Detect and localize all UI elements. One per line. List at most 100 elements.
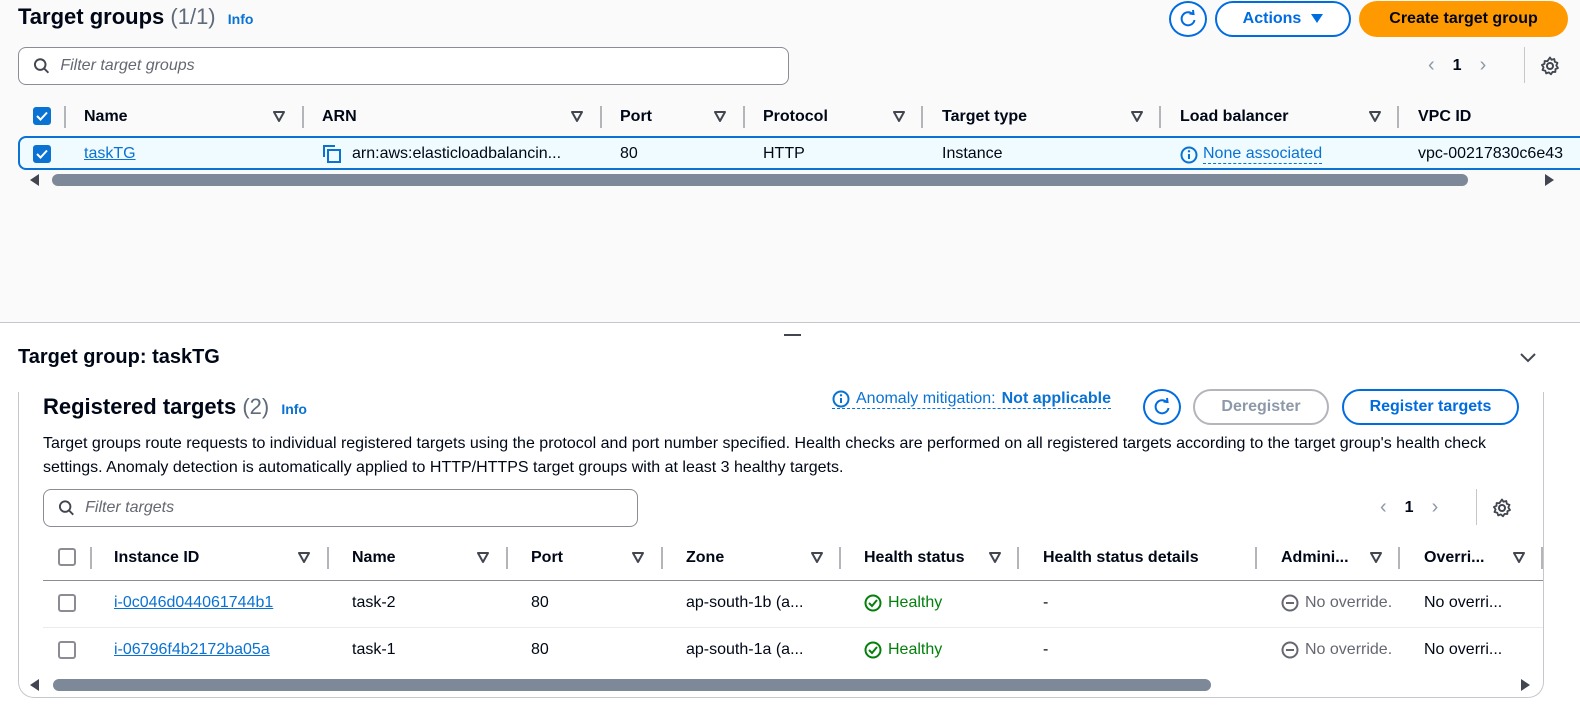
arn-value: arn:aws:elasticloadbalancin... — [352, 145, 562, 162]
column-header-arn[interactable]: ARN — [322, 108, 357, 126]
column-header-override-details[interactable]: Overri... — [1424, 549, 1484, 567]
sort-icon[interactable] — [811, 552, 823, 564]
refresh-button[interactable] — [1169, 1, 1207, 37]
settings-gear-icon[interactable] — [1540, 56, 1560, 76]
target-group-name-link[interactable]: taskTG — [84, 145, 136, 163]
filter-target-groups-input[interactable] — [60, 57, 788, 75]
column-header-zone[interactable]: Zone — [686, 549, 724, 567]
filter-targets-input[interactable] — [85, 499, 637, 517]
row-checkbox[interactable] — [58, 641, 76, 659]
column-divider — [327, 547, 329, 569]
select-all-targets-checkbox[interactable] — [58, 548, 76, 566]
column-header-port[interactable]: Port — [620, 108, 652, 126]
target-groups-panel: Target groups (1/1) Info Actions Create … — [0, 0, 1580, 322]
register-targets-button[interactable]: Register targets — [1342, 389, 1519, 425]
registered-targets-info-link[interactable]: Info — [281, 401, 307, 417]
targets-refresh-button[interactable] — [1143, 389, 1181, 425]
filter-target-groups-search[interactable] — [18, 47, 789, 85]
administrative-override-label: No override. — [1305, 594, 1393, 611]
chevron-down-icon[interactable] — [1519, 352, 1537, 364]
row-checkbox[interactable] — [58, 594, 76, 612]
sort-icon[interactable] — [1131, 111, 1143, 123]
current-page[interactable]: 1 — [1453, 57, 1462, 75]
column-header-protocol[interactable]: Protocol — [763, 108, 828, 126]
sort-icon[interactable] — [298, 552, 310, 564]
protocol-value: HTTP — [763, 145, 805, 162]
column-header-load-balancer[interactable]: Load balancer — [1180, 108, 1288, 126]
column-header-vpc-id[interactable]: VPC ID — [1418, 108, 1471, 126]
sort-icon[interactable] — [632, 552, 644, 564]
target-port: 80 — [531, 594, 549, 611]
filter-targets-search[interactable] — [43, 489, 638, 527]
load-balancer-value[interactable]: None associated — [1203, 145, 1323, 164]
column-divider — [921, 106, 923, 128]
targets-pagination: ‹ 1 › — [1380, 496, 1438, 519]
column-header-administrative-override[interactable]: Admini... — [1281, 549, 1349, 567]
scroll-left-icon[interactable] — [29, 174, 41, 186]
target-groups-info-link[interactable]: Info — [228, 11, 254, 27]
create-target-group-button[interactable]: Create target group — [1359, 1, 1568, 37]
check-icon — [36, 149, 48, 159]
horizontal-scrollbar-thumb[interactable] — [52, 174, 1468, 186]
sort-icon[interactable] — [1370, 552, 1382, 564]
health-status: Healthy — [864, 594, 942, 612]
sort-icon[interactable] — [893, 111, 905, 123]
actions-label: Actions — [1242, 10, 1302, 27]
column-header-health-status-details[interactable]: Health status details — [1043, 549, 1199, 567]
column-header-target-type[interactable]: Target type — [942, 108, 1027, 126]
split-panel-divider — [0, 322, 1580, 323]
table-header-divider — [43, 580, 1543, 581]
column-divider — [1398, 547, 1400, 569]
status-stopped-icon — [1281, 594, 1299, 612]
scroll-left-icon[interactable] — [29, 679, 41, 691]
actions-button[interactable]: Actions — [1215, 1, 1351, 37]
next-page-icon[interactable]: › — [1480, 54, 1487, 77]
sort-icon[interactable] — [1513, 552, 1525, 564]
anomaly-mitigation-popover[interactable]: Anomaly mitigation: Not applicable — [832, 390, 1111, 409]
deregister-button[interactable]: Deregister — [1193, 389, 1329, 425]
pager-divider — [1476, 489, 1477, 525]
column-header-instance-id[interactable]: Instance ID — [114, 549, 199, 567]
sort-icon[interactable] — [477, 552, 489, 564]
target-groups-title: Target groups — [18, 4, 165, 29]
column-header-health-status[interactable]: Health status — [864, 549, 964, 567]
previous-page-icon[interactable]: ‹ — [1380, 496, 1387, 519]
administrative-override-label: No override. — [1305, 641, 1393, 658]
column-header-port[interactable]: Port — [531, 549, 563, 567]
split-panel-resize-handle[interactable] — [784, 334, 801, 336]
column-divider — [302, 106, 304, 128]
column-header-name[interactable]: Name — [352, 549, 396, 567]
health-status-label: Healthy — [888, 594, 943, 611]
next-page-icon[interactable]: › — [1432, 496, 1439, 519]
target-port: 80 — [531, 641, 549, 658]
previous-page-icon[interactable]: ‹ — [1428, 54, 1435, 77]
settings-gear-icon[interactable] — [1492, 498, 1512, 518]
override-details: No overri... — [1424, 594, 1503, 611]
current-page[interactable]: 1 — [1405, 499, 1414, 517]
search-icon — [58, 500, 74, 516]
scroll-right-icon[interactable] — [1543, 174, 1555, 186]
column-divider — [661, 547, 663, 569]
health-status: Healthy — [864, 641, 942, 659]
port-value: 80 — [620, 145, 638, 162]
sort-icon[interactable] — [1369, 111, 1381, 123]
target-zone: ap-south-1b (a... — [686, 594, 804, 611]
select-all-checkbox[interactable] — [33, 107, 51, 125]
sort-icon[interactable] — [273, 111, 285, 123]
row-checkbox[interactable] — [33, 145, 51, 163]
copy-icon[interactable] — [322, 144, 342, 164]
anomaly-mitigation-label: Anomaly mitigation: — [856, 390, 996, 407]
instance-id-link[interactable]: i-06796f4b2172ba05a — [114, 641, 270, 659]
sort-icon[interactable] — [571, 111, 583, 123]
status-stopped-icon — [1281, 641, 1299, 659]
anomaly-mitigation-value: Not applicable — [1001, 390, 1111, 407]
sort-icon[interactable] — [714, 111, 726, 123]
sort-icon[interactable] — [989, 552, 1001, 564]
target-groups-heading: Target groups (1/1) Info — [18, 4, 253, 30]
column-header-name[interactable]: Name — [84, 108, 128, 126]
column-divider — [64, 106, 66, 128]
scroll-right-icon[interactable] — [1519, 679, 1531, 691]
instance-id-link[interactable]: i-0c046d044061744b1 — [114, 594, 273, 612]
horizontal-scrollbar-thumb[interactable] — [53, 679, 1211, 691]
load-balancer-popover[interactable]: None associated — [1180, 145, 1323, 164]
